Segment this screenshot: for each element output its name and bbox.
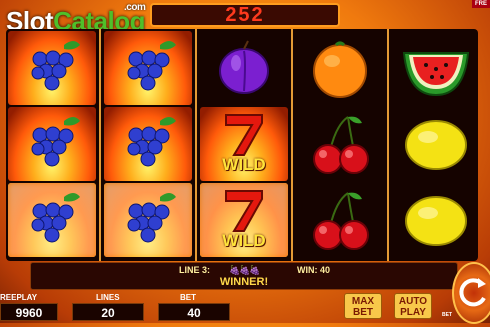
grapes-icon xyxy=(127,41,176,91)
symbol-wild-winning: WILD xyxy=(200,183,288,257)
wild-label: WILD xyxy=(222,155,266,174)
reels-area: WILD WILD xyxy=(6,29,478,261)
symbol-grapes-fire xyxy=(8,31,96,105)
bet-label: BET xyxy=(180,293,196,302)
symbol-lemon xyxy=(392,107,480,181)
lemon-icon xyxy=(405,120,467,170)
cherry-icon xyxy=(313,192,369,250)
autoplay-line1: AUTO xyxy=(398,296,428,307)
symbol-cherry xyxy=(296,183,384,257)
grapes-icon xyxy=(127,117,176,167)
corner-tag: FRE xyxy=(472,0,490,8)
symbol-wild: WILD xyxy=(200,107,288,181)
orange-icon xyxy=(313,41,367,98)
status-bar: LINE 3: 🍇🍇🍇 WIN: 40 WINNER! xyxy=(30,262,458,290)
max-bet-line2: BET xyxy=(353,307,373,318)
watermelon-icon xyxy=(402,52,470,97)
bet-mini-label: BET xyxy=(442,312,452,318)
grapes-icon xyxy=(31,193,80,243)
freeplay-value: 9960 xyxy=(0,303,58,321)
autoplay-button[interactable]: AUTO PLAY xyxy=(394,293,432,319)
symbol-orange xyxy=(296,31,384,105)
plum-icon xyxy=(219,40,269,94)
symbol-cherry xyxy=(296,107,384,181)
total-win-display: 252 xyxy=(150,3,340,27)
freeplay-label: REEPLAY xyxy=(0,293,38,302)
reel-4 xyxy=(294,29,386,261)
symbol-lemon xyxy=(392,183,480,257)
autoplay-line2: PLAY xyxy=(400,307,426,318)
lemon-icon xyxy=(405,196,467,246)
lines-value[interactable]: 20 xyxy=(72,303,144,321)
reel-1 xyxy=(6,29,98,261)
symbol-grapes-fire xyxy=(8,107,96,181)
wild-label: WILD xyxy=(222,231,266,250)
spin-arrow-icon xyxy=(459,278,486,307)
grapes-icon xyxy=(31,117,80,167)
reel-5 xyxy=(390,29,482,261)
line-win: WIN: 40 xyxy=(297,265,331,275)
symbol-grapes-fire xyxy=(104,107,192,181)
max-bet-line1: MAX xyxy=(351,296,375,307)
spin-button[interactable] xyxy=(452,262,490,324)
bet-value[interactable]: 40 xyxy=(158,303,230,321)
reel-2 xyxy=(102,29,194,261)
reel-3: WILD WILD xyxy=(198,29,290,261)
symbol-grapes-fire-winning xyxy=(8,183,96,257)
lines-label: LINES xyxy=(96,293,120,302)
symbol-watermelon xyxy=(392,31,480,105)
grapes-icon xyxy=(31,41,80,91)
symbol-grapes-fire-winning xyxy=(104,183,192,257)
grapes-icon xyxy=(127,193,176,243)
winner-message: WINNER! xyxy=(219,276,269,288)
total-win-value: 252 xyxy=(225,4,265,26)
symbol-plum xyxy=(200,31,288,105)
cherry-icon xyxy=(313,116,369,174)
symbol-grapes-fire xyxy=(104,31,192,105)
max-bet-button[interactable]: MAX BET xyxy=(344,293,382,319)
logo-com: .com xyxy=(124,2,146,13)
line-label: LINE 3: xyxy=(179,265,211,275)
mini-symbols-icon: 🍇🍇🍇 xyxy=(229,265,261,275)
